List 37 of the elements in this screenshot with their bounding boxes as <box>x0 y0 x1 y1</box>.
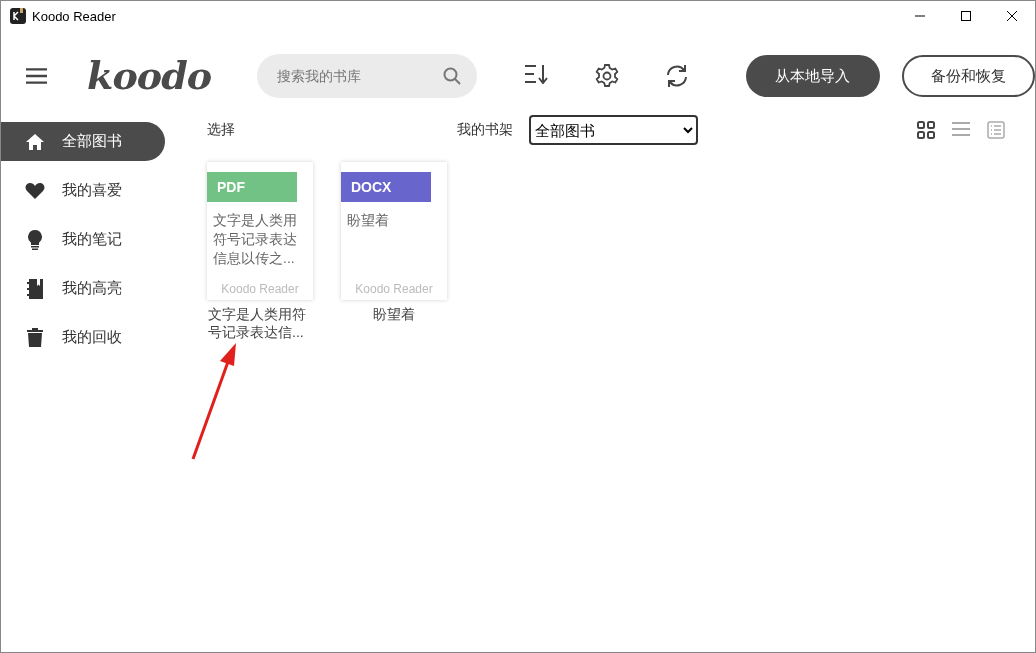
sidebar-item[interactable]: 我的喜爱 <box>1 171 165 210</box>
sidebar-item[interactable]: 我的笔记 <box>1 220 165 259</box>
book-cover[interactable]: PDF 文字是人类用符号记录表达信息以传之... Koodo Reader <box>207 162 313 300</box>
shelf-select[interactable]: 全部图书 <box>529 115 698 145</box>
maximize-icon[interactable] <box>960 10 972 22</box>
sync-icon[interactable] <box>665 64 690 88</box>
format-tag: DOCX <box>341 172 431 202</box>
import-button[interactable]: 从本地导入 <box>746 55 880 97</box>
sidebar-item[interactable]: 我的回收 <box>1 318 165 357</box>
trash-icon <box>27 328 43 347</box>
search-field[interactable]: 搜索我的书库 <box>257 54 478 98</box>
home-icon <box>25 132 45 151</box>
settings-icon[interactable] <box>595 64 620 88</box>
app-icon <box>10 8 26 24</box>
lightbulb-icon <box>27 229 43 250</box>
cover-footer: Koodo Reader <box>207 282 313 300</box>
app-logo: koodo <box>87 57 212 95</box>
cover-preview-text: 文字是人类用符号记录表达信息以传之... <box>212 211 298 268</box>
backup-restore-button[interactable]: 备份和恢复 <box>901 55 1035 97</box>
book-cover[interactable]: DOCX 盼望着 Koodo Reader <box>341 162 447 300</box>
format-tag: PDF <box>207 172 297 202</box>
sidebar-item[interactable]: 我的高亮 <box>1 269 165 308</box>
shelf-label: 我的书架 <box>457 121 513 139</box>
cover-preview-text: 盼望着 <box>346 211 390 230</box>
cover-footer: Koodo Reader <box>341 282 447 300</box>
sidebar-item[interactable]: 全部图书 <box>1 122 165 161</box>
grid-view-icon[interactable] <box>917 121 935 139</box>
book-title[interactable]: 盼望着 <box>342 305 446 323</box>
select-link[interactable]: 选择 <box>207 121 235 139</box>
notebook-icon <box>27 278 43 299</box>
search-icon[interactable] <box>443 67 462 85</box>
menu-icon[interactable] <box>26 67 48 85</box>
sort-icon[interactable] <box>525 64 550 84</box>
book-title[interactable]: 文字是人类用符号记录表达信... <box>208 305 312 341</box>
close-icon[interactable] <box>1006 10 1018 22</box>
window-title: Koodo Reader <box>32 8 117 24</box>
heart-icon <box>25 181 45 200</box>
